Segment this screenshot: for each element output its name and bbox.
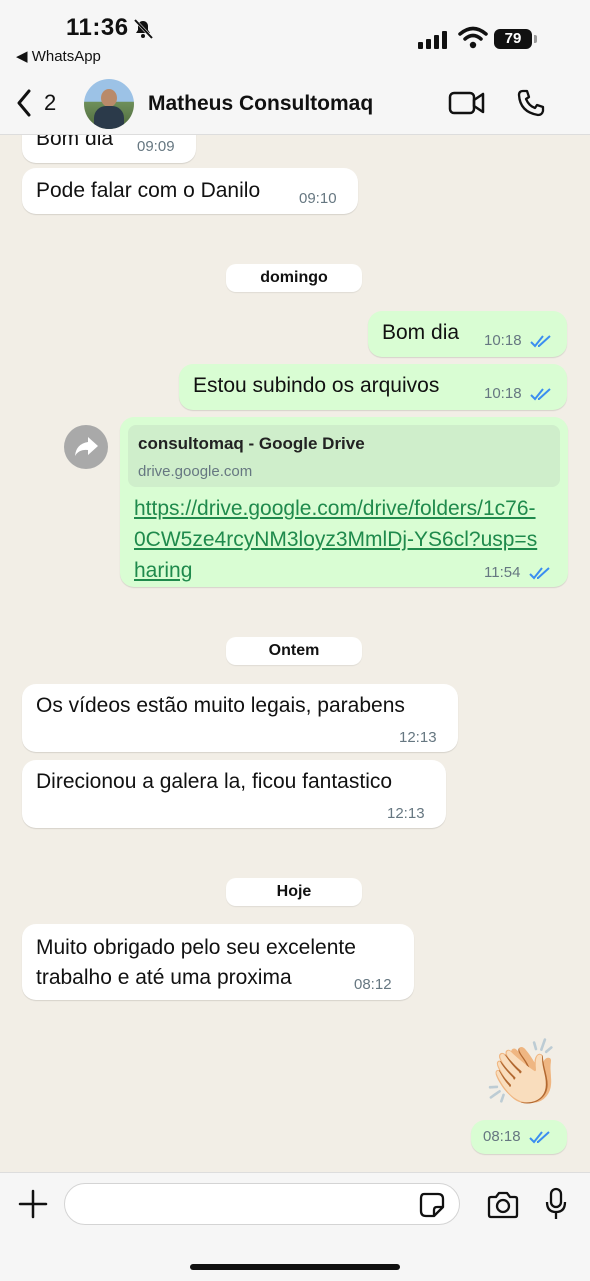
link-preview-card[interactable]: consultomaq - Google Drive drive.google.…: [128, 425, 560, 487]
share-icon: [75, 437, 98, 456]
message-time: 08:12: [354, 976, 392, 993]
message-time: 09:10: [299, 190, 337, 207]
incoming-message[interactable]: Bom dia 09:09: [22, 135, 196, 163]
message-text: Muito obrigado pelo seu excelente trabal…: [36, 936, 356, 989]
back-chevron-icon: [17, 89, 31, 117]
battery-indicator: 79: [494, 29, 532, 49]
message-time: 08:18: [483, 1128, 551, 1145]
outgoing-message[interactable]: Bom dia 10:18: [368, 311, 567, 357]
video-call-icon[interactable]: [448, 90, 486, 116]
plus-icon[interactable]: [18, 1189, 48, 1219]
chat-area[interactable]: Bom dia 09:09 Pode falar com o Danilo 09…: [0, 135, 590, 1172]
status-bar: 11:36 ◀ WhatsApp 79: [0, 0, 590, 70]
status-time: 11:36: [66, 14, 129, 41]
outgoing-message[interactable]: 08:18: [471, 1120, 567, 1154]
message-input[interactable]: [64, 1183, 460, 1225]
double-check-icon: [529, 1131, 550, 1144]
message-time-text: 10:18: [484, 385, 522, 402]
sticker-icon[interactable]: [418, 1191, 446, 1219]
battery-tip: [534, 35, 537, 43]
incoming-message[interactable]: Pode falar com o Danilo 09:10: [22, 168, 358, 214]
outgoing-message[interactable]: Estou subindo os arquivos 10:18: [179, 364, 567, 410]
message-time-text: 11:54: [484, 564, 521, 581]
back-button[interactable]: 2: [16, 88, 66, 118]
message-text: Os vídeos estão muito legais, parabens: [36, 694, 405, 717]
message-text: Pode falar com o Danilo: [36, 179, 261, 202]
microphone-icon[interactable]: [544, 1187, 568, 1221]
link-message[interactable]: consultomaq - Google Drive drive.google.…: [120, 417, 568, 587]
message-time: 12:13: [387, 805, 425, 822]
double-check-icon: [530, 388, 551, 401]
incoming-message[interactable]: Os vídeos estão muito legais, parabens 1…: [22, 684, 458, 752]
date-separator: Ontem: [226, 637, 362, 665]
incoming-message[interactable]: Direcionou a galera la, ficou fantastico…: [22, 760, 446, 828]
back-to-app-link[interactable]: ◀ WhatsApp: [16, 47, 101, 65]
wifi-icon: [458, 26, 488, 49]
message-time: 12:13: [399, 729, 437, 746]
unread-count: 2: [44, 90, 57, 115]
double-check-icon: [530, 335, 551, 348]
date-separator: Hoje: [226, 878, 362, 906]
message-time: 09:09: [137, 138, 175, 155]
message-link[interactable]: https://drive.google.com/drive/folders/1…: [134, 493, 544, 586]
avatar[interactable]: [84, 79, 134, 129]
message-text: Estou subindo os arquivos: [193, 374, 440, 397]
phone-icon[interactable]: [516, 88, 546, 118]
message-time: 10:18: [484, 385, 552, 402]
camera-icon[interactable]: [486, 1191, 520, 1219]
avatar-head: [101, 89, 117, 107]
incoming-message[interactable]: Muito obrigado pelo seu excelente trabal…: [22, 924, 414, 1000]
clap-emoji[interactable]: 👏🏻: [478, 1028, 568, 1118]
contact-name[interactable]: Matheus Consultomaq: [148, 92, 373, 116]
bell-slash-icon: [133, 18, 154, 40]
message-time-text: 10:18: [484, 332, 522, 349]
chat-header: 2 Matheus Consultomaq: [0, 70, 590, 135]
message-time: 10:18: [484, 332, 552, 349]
message-text: Bom dia: [382, 321, 460, 344]
link-preview-title: consultomaq - Google Drive: [138, 434, 365, 453]
message-time: 11:54: [484, 564, 551, 581]
cellular-signal-icon: [418, 31, 447, 49]
message-text: Bom dia: [36, 135, 114, 150]
link-preview-domain: drive.google.com: [138, 463, 253, 480]
home-indicator[interactable]: [190, 1264, 400, 1270]
forward-button[interactable]: [64, 425, 108, 469]
composer-bar: [0, 1172, 590, 1281]
message-text: Direcionou a galera la, ficou fantastico: [36, 770, 393, 793]
avatar-body: [94, 106, 124, 129]
message-time-text: 08:18: [483, 1128, 521, 1145]
double-check-icon: [528, 567, 550, 580]
date-separator: domingo: [226, 264, 362, 292]
